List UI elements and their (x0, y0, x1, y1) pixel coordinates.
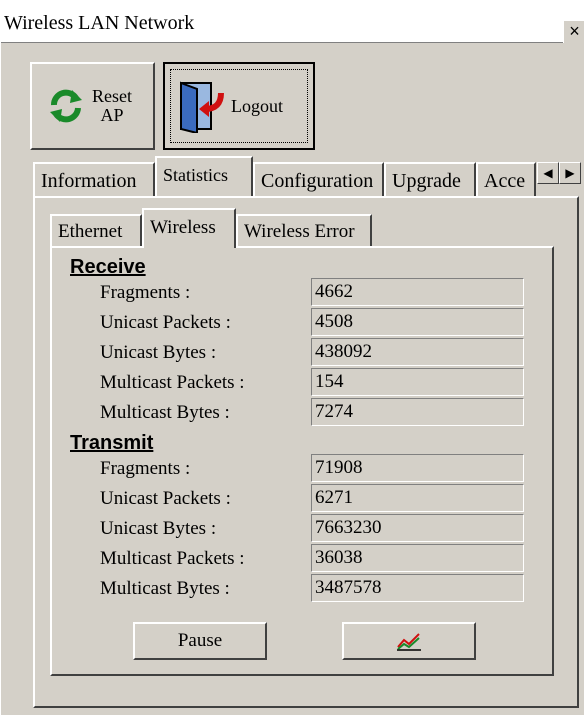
focus-rect (170, 69, 308, 143)
stat-value: 438092 (311, 338, 524, 366)
stat-value: 7663230 (311, 514, 524, 542)
subtab-label: Ethernet (58, 221, 123, 242)
reset-label-line2: AP (100, 105, 124, 125)
stat-label: Unicast Bytes : (100, 518, 217, 539)
chevron-right-icon: ▶ (565, 166, 575, 180)
logout-button[interactable]: Logout (163, 62, 315, 150)
stat-value: 4508 (311, 308, 524, 336)
stat-value: 36038 (311, 544, 524, 572)
tab-label: Information (41, 170, 137, 192)
tab-label: Upgrade (392, 170, 461, 192)
subtab-wireless[interactable]: Wireless (142, 208, 236, 248)
tab-information[interactable]: Information (33, 162, 155, 196)
stat-label: Multicast Packets : (100, 372, 245, 393)
pause-label: Pause (177, 630, 223, 651)
stat-value: 3487578 (311, 574, 524, 602)
stat-value: 7274 (311, 398, 524, 426)
stat-label: Multicast Bytes : (100, 578, 230, 599)
subtab-label: Wireless (150, 217, 216, 238)
refresh-icon (50, 89, 82, 123)
transmit-heading: Transmit (70, 432, 154, 454)
reset-label-line1: Reset (92, 86, 132, 106)
receive-heading: Receive (70, 256, 146, 278)
tab-access[interactable]: Acce (476, 162, 536, 196)
tab-upgrade[interactable]: Upgrade (384, 162, 476, 196)
pause-button[interactable]: Pause (133, 622, 267, 660)
stat-value: 6271 (311, 484, 524, 512)
chevron-left-icon: ◀ (543, 166, 553, 180)
chart-button[interactable] (342, 622, 476, 660)
close-icon: × (569, 21, 580, 41)
stat-label: Unicast Packets : (100, 312, 231, 333)
subtab-wireless-error[interactable]: Wireless Error (236, 214, 372, 246)
stat-label: Fragments : (100, 282, 191, 303)
subtab-label: Wireless Error (244, 221, 355, 242)
tab-label: Statistics (163, 165, 229, 185)
tab-scroll-left-button[interactable]: ◀ (537, 162, 559, 184)
stat-label: Multicast Packets : (100, 548, 245, 569)
stat-label: Fragments : (100, 458, 191, 479)
reset-ap-button[interactable]: Reset AP (30, 62, 155, 150)
tab-configuration[interactable]: Configuration (253, 162, 384, 196)
stat-value: 4662 (311, 278, 524, 306)
stat-label: Multicast Bytes : (100, 402, 230, 423)
tab-statistics[interactable]: Statistics (155, 156, 253, 196)
tab-label: Configuration (261, 170, 374, 192)
chart-icon (397, 633, 421, 651)
subtab-ethernet[interactable]: Ethernet (50, 214, 142, 246)
stat-value: 71908 (311, 454, 524, 482)
stat-label: Unicast Bytes : (100, 342, 217, 363)
window-title: Wireless LAN Network (4, 12, 195, 34)
tab-label: Acce (484, 170, 526, 192)
tab-scroll-right-button[interactable]: ▶ (559, 162, 581, 184)
titlebar: Wireless LAN Network × (0, 0, 584, 43)
close-button[interactable]: × (563, 20, 584, 43)
stat-label: Unicast Packets : (100, 488, 231, 509)
stat-value: 154 (311, 368, 524, 396)
